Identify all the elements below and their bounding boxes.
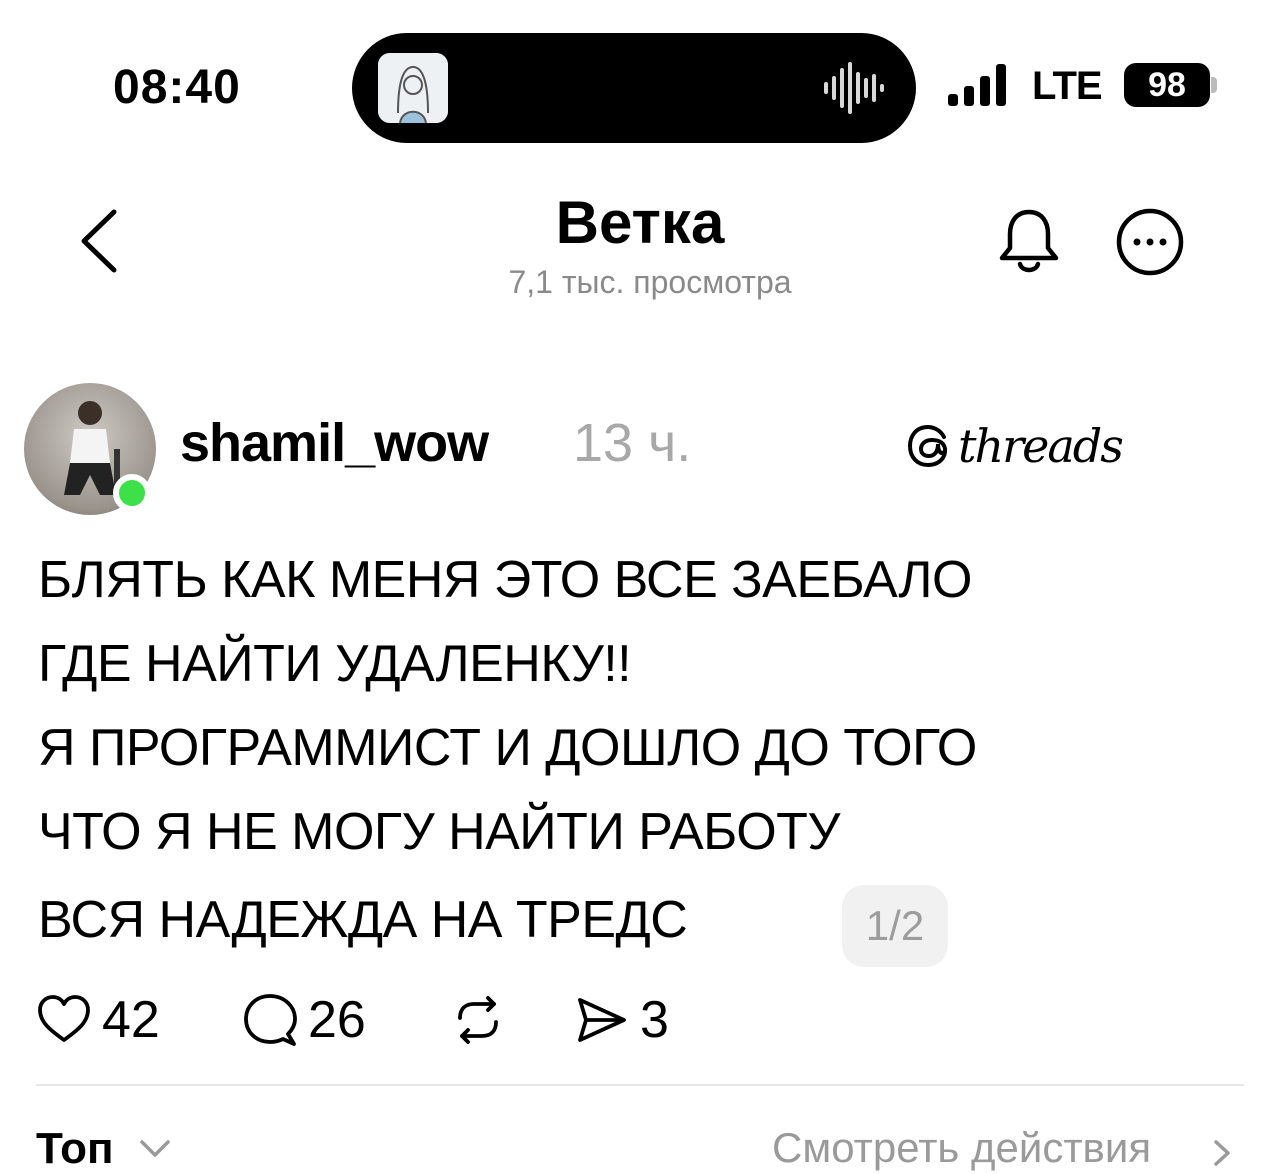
threads-at-icon [907,424,948,468]
page-title: Ветка [555,189,725,256]
network-type: LTE [1032,64,1103,108]
username-link[interactable]: shamil_wow [180,412,489,474]
post-timestamp: 13 ч. [573,413,692,473]
battery-icon [1211,77,1217,93]
thread-page-badge[interactable]: 1/2 [842,885,948,967]
repost-icon [458,996,498,1044]
threads-logo: threads [906,418,1124,474]
like-count: 42 [102,991,160,1049]
online-status-indicator [113,474,151,512]
status-time: 08:40 [113,61,241,114]
comment-icon [244,994,297,1046]
comment-count: 26 [308,991,366,1049]
post-text-line: ВСЯ НАДЕЖДА НА ТРЕДС [38,891,688,949]
chevron-right-icon[interactable] [1212,1138,1234,1168]
battery-level: 98 [1124,63,1210,107]
bell-icon[interactable] [996,206,1062,276]
sort-dropdown[interactable]: Топ [36,1124,114,1174]
divider [36,1084,1244,1086]
post-text-line: ЧТО Я НЕ МОГУ НАЙТИ РАБОТУ [38,803,840,861]
threads-wordmark: threads [958,419,1124,473]
share-count: 3 [640,991,669,1049]
share-button[interactable]: 3 [574,990,669,1050]
like-button[interactable]: 42 [36,990,160,1050]
view-count: 7,1 тыс. просмотра [508,264,792,300]
chevron-down-icon[interactable] [138,1138,172,1160]
post-text-line: БЛЯТЬ КАК МЕНЯ ЭТО ВСЕ ЗАЕБАЛО [38,551,972,609]
post-text-line: ГДЕ НАЙТИ УДАЛЕНКУ!! [38,635,632,693]
more-icon[interactable] [1115,207,1185,277]
heart-icon [38,995,90,1042]
send-icon [578,998,626,1042]
signal-bars-icon [948,64,1006,106]
repost-button[interactable] [450,990,516,1050]
contact-avatar-icon [378,53,448,123]
waveform-icon [824,62,884,114]
view-activity-link[interactable]: Смотреть действия [772,1124,1151,1172]
post-text-line: Я ПРОГРАММИСТ И ДОШЛО ДО ТОГО [38,719,977,777]
comment-button[interactable]: 26 [242,990,366,1050]
